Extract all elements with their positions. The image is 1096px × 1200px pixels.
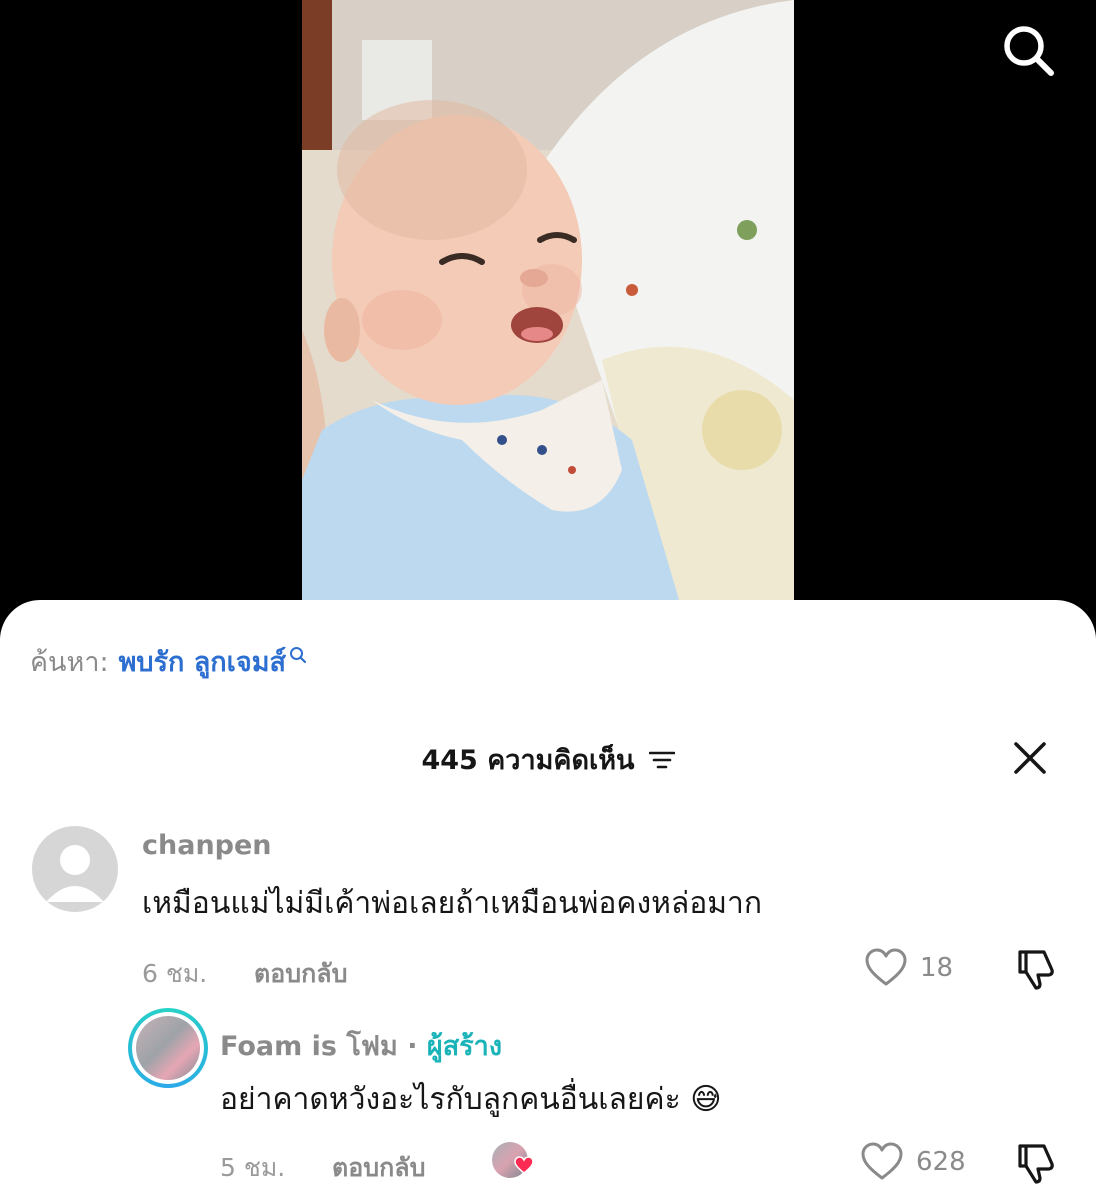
- close-button[interactable]: [1008, 736, 1052, 780]
- reply-button[interactable]: ตอบกลับ: [332, 1148, 425, 1188]
- search-icon: [1004, 26, 1054, 76]
- heart-icon: [865, 948, 907, 986]
- search-small-icon: [289, 646, 307, 663]
- username-separator: ·: [407, 1031, 418, 1062]
- creator-avatar[interactable]: [128, 1008, 208, 1088]
- search-suggestion-link[interactable]: ค้นหา: พบรัก ลูกเจมส์: [30, 640, 307, 683]
- dislike-button[interactable]: [1014, 1142, 1058, 1186]
- like-count: 18: [920, 953, 954, 983]
- comment-text: อย่าคาดหวังอะไรกับลูกคนอื่นเลยค่ะ 😅: [220, 1082, 722, 1117]
- baby-video-image: [302, 0, 794, 610]
- thumbs-down-icon: [1018, 1144, 1054, 1184]
- video-frame-baby: [302, 0, 794, 610]
- dislike-button[interactable]: [1014, 948, 1058, 992]
- default-user-icon: [46, 845, 104, 902]
- like-count: 628: [916, 1147, 966, 1177]
- comments-label: ความคิดเห็น: [487, 745, 635, 776]
- like-button[interactable]: 18: [864, 948, 953, 988]
- thumbs-down-icon: [1018, 950, 1054, 990]
- reply-username-row: Foam is โฟม · ผู้สร้าง: [220, 1024, 502, 1067]
- comments-count-label: 445 ความคิดเห็น: [421, 738, 634, 781]
- comment-username[interactable]: Foam is โฟม: [220, 1031, 398, 1062]
- heart-icon: [861, 1142, 903, 1180]
- red-heart-icon: [514, 1156, 534, 1174]
- avatar-default[interactable]: [32, 826, 118, 912]
- creator-avatar-photo: [136, 1016, 200, 1080]
- like-button[interactable]: 628: [860, 1142, 966, 1182]
- comment-username[interactable]: chanpen: [142, 830, 272, 861]
- search-suggestion-prefix: ค้นหา:: [30, 647, 109, 678]
- search-suggestion-term: พบรัก ลูกเจมส์: [118, 647, 286, 678]
- sort-icon[interactable]: [648, 749, 675, 771]
- comments-sheet: ค้นหา: พบรัก ลูกเจมส์ 445 ความคิดเห็น ch…: [0, 600, 1096, 1200]
- comment-text: เหมือนแม่ไม่มีเค้าพ่อเลยถ้าเหมือนพ่อคงหล…: [142, 886, 763, 921]
- comments-count: 445: [421, 745, 478, 776]
- reply-button[interactable]: ตอบกลับ: [254, 954, 347, 994]
- liked-by-creator-indicator: [492, 1142, 540, 1182]
- comment-time: 6 ชม.: [142, 959, 208, 988]
- video-player[interactable]: [0, 0, 1096, 610]
- comments-header: 445 ความคิดเห็น: [0, 738, 1096, 778]
- comment-time: 5 ชม.: [220, 1153, 286, 1182]
- close-icon: [1014, 742, 1046, 774]
- search-button[interactable]: [998, 20, 1058, 80]
- creator-badge: ผู้สร้าง: [426, 1031, 503, 1062]
